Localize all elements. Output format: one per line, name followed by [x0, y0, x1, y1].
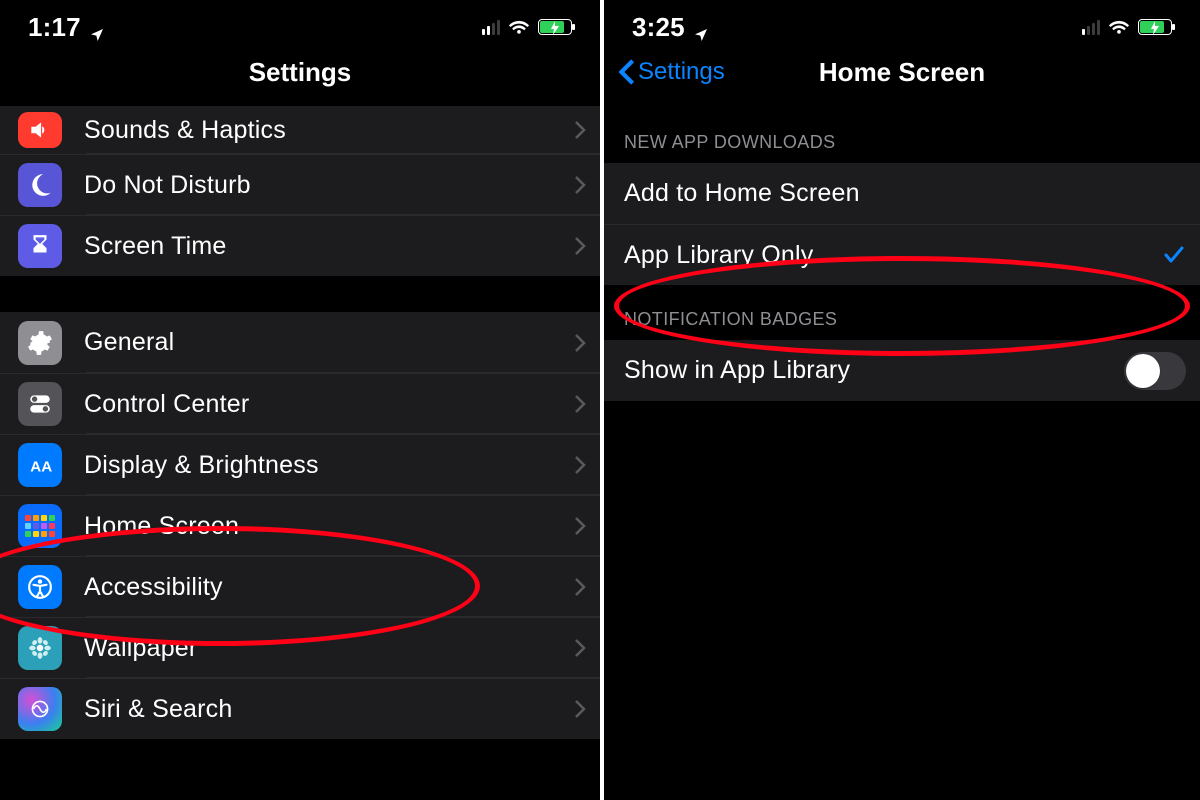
- svg-text:AA: AA: [30, 459, 52, 476]
- row-label: App Library Only: [624, 241, 813, 270]
- row-label: Control Center: [84, 390, 249, 419]
- row-label: Siri & Search: [84, 695, 233, 724]
- option-add-home-screen[interactable]: Add to Home Screen: [604, 163, 1200, 224]
- settings-group: Sounds & Haptics Do Not Disturb: [0, 106, 600, 276]
- section-header: NOTIFICATION BADGES: [604, 285, 1200, 340]
- back-button[interactable]: Settings: [618, 58, 725, 86]
- location-arrow-icon: [693, 19, 709, 35]
- battery-charging-icon: [538, 19, 572, 35]
- chevron-right-icon: [574, 577, 586, 597]
- cellular-signal-icon: [1082, 20, 1100, 35]
- flower-icon: [18, 626, 62, 670]
- settings-list[interactable]: Sounds & Haptics Do Not Disturb: [0, 106, 600, 739]
- chevron-right-icon: [574, 236, 586, 256]
- gear-icon: [18, 321, 62, 365]
- row-label: Display & Brightness: [84, 451, 319, 480]
- siri-icon: [18, 687, 62, 731]
- settings-row-screentime[interactable]: Screen Time: [0, 215, 600, 276]
- chevron-right-icon: [574, 394, 586, 414]
- status-time: 1:17: [28, 12, 81, 43]
- chevron-right-icon: [574, 120, 586, 140]
- settings-row-controlcenter[interactable]: Control Center: [0, 373, 600, 434]
- row-label: Home Screen: [84, 512, 239, 541]
- settings-row-homescreen[interactable]: Home Screen: [0, 495, 600, 556]
- back-label: Settings: [638, 58, 725, 86]
- row-label: Show in App Library: [624, 356, 850, 385]
- settings-row-accessibility[interactable]: Accessibility: [0, 556, 600, 617]
- navbar: Settings: [0, 44, 600, 100]
- row-label: Wallpaper: [84, 634, 197, 663]
- navbar: Settings Home Screen: [604, 44, 1200, 100]
- settings-row-siri[interactable]: Siri & Search: [0, 678, 600, 739]
- toggle-group: Show in App Library: [604, 340, 1200, 401]
- chevron-right-icon: [574, 175, 586, 195]
- status-bar: 3:25: [604, 0, 1200, 44]
- chevron-right-icon: [574, 333, 586, 353]
- status-bar: 1:17: [0, 0, 600, 44]
- home-screen-settings: 3:25 Settings: [600, 0, 1200, 800]
- settings-row-dnd[interactable]: Do Not Disturb: [0, 154, 600, 215]
- row-label: Accessibility: [84, 573, 223, 602]
- page-title: Settings: [249, 57, 352, 88]
- checkmark-icon: [1162, 243, 1186, 267]
- settings-root-screen: 1:17 Settings: [0, 0, 600, 800]
- row-label: Screen Time: [84, 232, 227, 261]
- page-title: Home Screen: [819, 57, 985, 88]
- row-label: Do Not Disturb: [84, 171, 251, 200]
- aa-icon: AA: [18, 443, 62, 487]
- row-label: General: [84, 328, 174, 357]
- location-arrow-icon: [89, 19, 105, 35]
- switch-off[interactable]: [1124, 352, 1186, 390]
- home-grid-icon: [18, 504, 62, 548]
- settings-row-general[interactable]: General: [0, 312, 600, 373]
- wifi-icon: [1108, 19, 1130, 35]
- home-screen-list[interactable]: NEW APP DOWNLOADS Add to Home Screen App…: [604, 108, 1200, 401]
- row-label: Sounds & Haptics: [84, 116, 286, 145]
- settings-group: General Control Center AA Dis: [0, 312, 600, 739]
- status-time: 3:25: [632, 12, 685, 43]
- moon-icon: [18, 163, 62, 207]
- battery-charging-icon: [1138, 19, 1172, 35]
- toggle-show-in-app-library[interactable]: Show in App Library: [604, 340, 1200, 401]
- section-gap: [0, 276, 600, 312]
- option-app-library-only[interactable]: App Library Only: [604, 224, 1200, 285]
- settings-row-sounds[interactable]: Sounds & Haptics: [0, 106, 600, 154]
- accessibility-icon: [18, 565, 62, 609]
- settings-row-wallpaper[interactable]: Wallpaper: [0, 617, 600, 678]
- row-label: Add to Home Screen: [624, 179, 860, 208]
- chevron-right-icon: [574, 699, 586, 719]
- option-group: Add to Home Screen App Library Only: [604, 163, 1200, 285]
- switches-icon: [18, 382, 62, 426]
- chevron-right-icon: [574, 516, 586, 536]
- settings-row-display[interactable]: AA Display & Brightness: [0, 434, 600, 495]
- section-header: NEW APP DOWNLOADS: [604, 108, 1200, 163]
- chevron-right-icon: [574, 455, 586, 475]
- hourglass-icon: [18, 224, 62, 268]
- speaker-icon: [18, 112, 62, 148]
- chevron-right-icon: [574, 638, 586, 658]
- wifi-icon: [508, 19, 530, 35]
- cellular-signal-icon: [482, 20, 500, 35]
